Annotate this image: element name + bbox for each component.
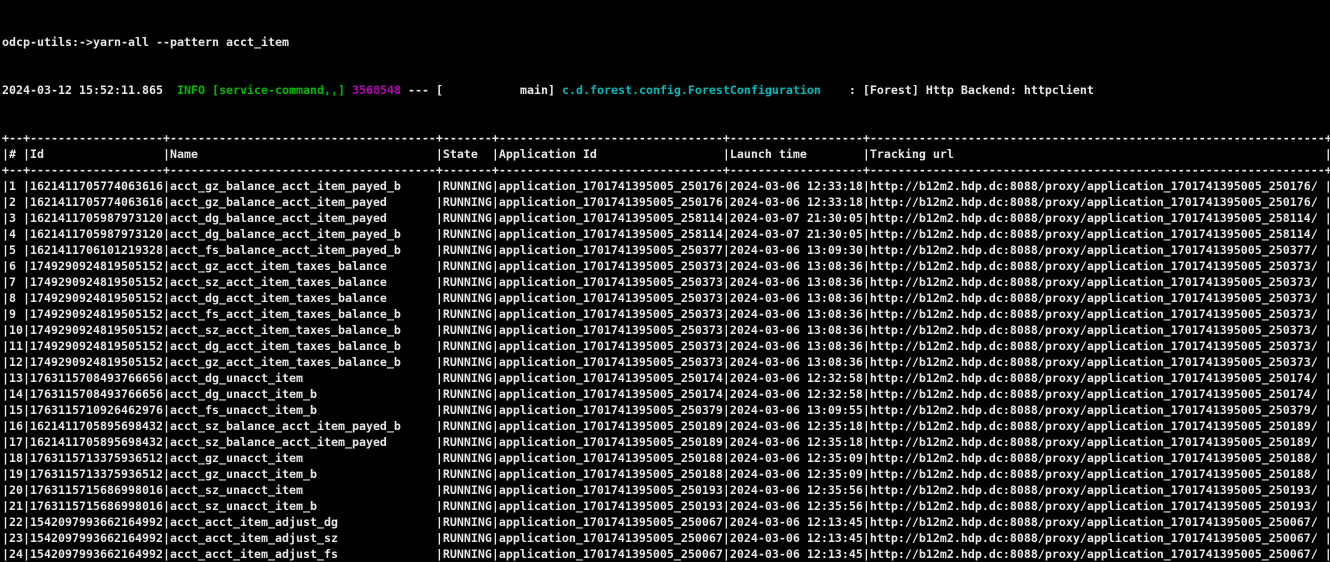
table-row: |7 |1749290924819505152|acct_sz_acct_ite… (2, 274, 1330, 290)
table-header-row: |# |Id |Name |State |Application Id |Lau… (2, 146, 1330, 162)
log-segment: : [Forest] Http Backend: httpclient (821, 83, 1094, 97)
log-segment: --- [ main] (401, 83, 562, 97)
table-row: |13|1763115708493766656|acct_dg_unacct_i… (2, 370, 1330, 386)
table-divider: +--+-------------------+----------------… (2, 130, 1330, 146)
table-row: |14|1763115708493766656|acct_dg_unacct_i… (2, 386, 1330, 402)
table-divider: +--+-------------------+----------------… (2, 162, 1330, 178)
table-row: |2 |1621411705774063616|acct_gz_balance_… (2, 194, 1330, 210)
table-row: |23|1542097993662164992|acct_acct_item_a… (2, 530, 1330, 546)
table-row: |12|1749290924819505152|acct_gz_acct_ite… (2, 354, 1330, 370)
table-row: |19|1763115713375936512|acct_gz_unacct_i… (2, 466, 1330, 482)
table-row: |11|1749290924819505152|acct_dg_acct_ite… (2, 338, 1330, 354)
terminal-window[interactable]: odcp-utils:->yarn-all --pattern acct_ite… (0, 0, 1330, 562)
table-row: |4 |1621411705987973120|acct_dg_balance_… (2, 226, 1330, 242)
table-row: |3 |1621411705987973120|acct_dg_balance_… (2, 210, 1330, 226)
table-row: |17|1621411705895698432|acct_sz_balance_… (2, 434, 1330, 450)
yarn-applications-table: +--+-------------------+----------------… (2, 130, 1330, 562)
log-segment: 3568548 (352, 83, 401, 97)
log-segment: 2024-03-12 15:52:11.865 (2, 83, 177, 97)
table-row: |8 |1749290924819505152|acct_dg_acct_ite… (2, 290, 1330, 306)
log-segment (205, 83, 212, 97)
table-row: |16|1621411705895698432|acct_sz_balance_… (2, 418, 1330, 434)
log-segment: INFO (177, 83, 205, 97)
table-row: |22|1542097993662164992|acct_acct_item_a… (2, 514, 1330, 530)
table-row: |20|1763115715686998016|acct_sz_unacct_i… (2, 482, 1330, 498)
table-row: |24|1542097993662164992|acct_acct_item_a… (2, 546, 1330, 562)
log-line: 2024-03-12 15:52:11.865 INFO [service-co… (2, 82, 1330, 98)
prompt-line: odcp-utils:->yarn-all --pattern acct_ite… (2, 34, 1330, 50)
table-row: |6 |1749290924819505152|acct_gz_acct_ite… (2, 258, 1330, 274)
table-row: |10|1749290924819505152|acct_sz_acct_ite… (2, 322, 1330, 338)
table-row: |18|1763115713375936512|acct_gz_unacct_i… (2, 450, 1330, 466)
log-segment (345, 83, 352, 97)
table-row: |9 |1749290924819505152|acct_fs_acct_ite… (2, 306, 1330, 322)
table-row: |1 |1621411705774063616|acct_gz_balance_… (2, 178, 1330, 194)
log-segment: c.d.forest.config.ForestConfiguration (562, 83, 821, 97)
table-row: |21|1763115715686998016|acct_sz_unacct_i… (2, 498, 1330, 514)
table-row: |15|1763115710926462976|acct_fs_unacct_i… (2, 402, 1330, 418)
table-row: |5 |1621411706101219328|acct_fs_balance_… (2, 242, 1330, 258)
log-segment: [service-command,,] (212, 83, 345, 97)
